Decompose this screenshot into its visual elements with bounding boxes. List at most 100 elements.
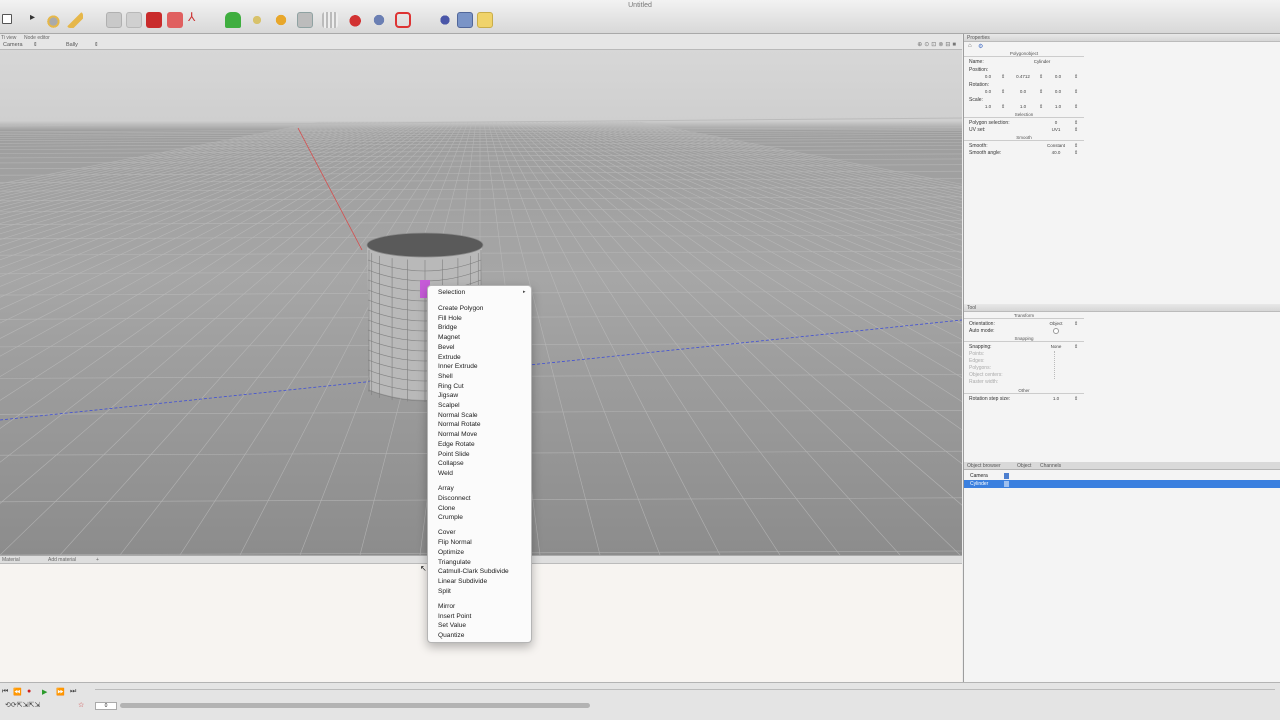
rotation-y[interactable]: 0.0 bbox=[1014, 89, 1032, 94]
solid-cube-icon[interactable] bbox=[146, 12, 162, 28]
menu-item[interactable]: Fill Hole bbox=[438, 315, 462, 322]
play-icon[interactable]: ▶ bbox=[42, 688, 47, 696]
tab-object-browser[interactable]: Object browser bbox=[967, 463, 1001, 469]
step-back-icon[interactable]: ⏪ bbox=[13, 688, 22, 696]
menu-item[interactable]: Crumple bbox=[438, 514, 463, 521]
shading-stepper-icon[interactable]: ⇕ bbox=[94, 42, 99, 48]
cube-icon[interactable] bbox=[106, 12, 122, 28]
visibility-icon[interactable] bbox=[1004, 473, 1009, 479]
menu-item[interactable]: Flip Normal bbox=[438, 539, 472, 546]
stepper-icon[interactable]: ⇕ bbox=[1074, 143, 1078, 149]
scale-y[interactable]: 1.0 bbox=[1014, 104, 1032, 109]
menu-item[interactable]: Set Value bbox=[438, 622, 466, 629]
menu-item[interactable]: Create Polygon bbox=[438, 305, 483, 312]
stepper-icon[interactable]: ⇕ bbox=[1074, 127, 1078, 133]
polygon-selection-field[interactable]: 0 bbox=[1047, 120, 1065, 125]
menu-item[interactable]: Extrude bbox=[438, 354, 461, 361]
stepper-icon[interactable]: ⇕ bbox=[1001, 74, 1005, 80]
menu-item[interactable]: Mirror bbox=[438, 603, 455, 610]
material-icon[interactable] bbox=[273, 12, 289, 28]
menu-item[interactable]: Normal Move bbox=[438, 431, 477, 438]
camera-select[interactable]: Camera bbox=[3, 42, 23, 48]
menu-item[interactable]: Ring Cut bbox=[438, 383, 464, 390]
camera-icon[interactable] bbox=[437, 12, 453, 28]
stepper-icon[interactable]: ⇕ bbox=[1074, 321, 1078, 327]
rotation-x[interactable]: 0.0 bbox=[979, 89, 997, 94]
uv-set-field[interactable]: UV1 bbox=[1047, 127, 1065, 132]
key-tool-icons[interactable]: ⟲⟳⇱⇲⇱⇲ bbox=[5, 701, 40, 709]
stepper-icon[interactable]: ⇕ bbox=[1001, 89, 1005, 95]
scale-z[interactable]: 1.0 bbox=[1049, 104, 1067, 109]
menu-item[interactable]: Disconnect bbox=[438, 495, 471, 502]
position-x[interactable]: 0.0 bbox=[979, 74, 997, 79]
keyframe-star-icon[interactable]: ☆ bbox=[78, 701, 84, 709]
camera-stepper-icon[interactable]: ⇕ bbox=[33, 42, 38, 48]
tab-add-material[interactable]: Add material bbox=[48, 557, 76, 563]
position-z[interactable]: 0.0 bbox=[1049, 74, 1067, 79]
magnet-icon[interactable] bbox=[348, 12, 364, 28]
timeline-track[interactable] bbox=[95, 689, 1275, 693]
stepper-icon[interactable]: ⇕ bbox=[1074, 120, 1078, 126]
grid-tool-icon[interactable] bbox=[322, 12, 338, 28]
position-y[interactable]: 0.4712 bbox=[1014, 74, 1032, 79]
menu-item[interactable]: Edge Rotate bbox=[438, 441, 475, 448]
spot-icon[interactable] bbox=[249, 12, 265, 28]
menu-item[interactable]: Point Slide bbox=[438, 451, 470, 458]
ruler-icon[interactable] bbox=[67, 12, 83, 28]
menu-item[interactable]: Insert Point bbox=[438, 613, 471, 620]
menu-item[interactable]: Jigsaw bbox=[438, 392, 458, 399]
rotation-step-field[interactable]: 1.0 bbox=[1047, 396, 1065, 401]
tab-object[interactable]: Object bbox=[1017, 463, 1031, 469]
stepper-icon[interactable]: ⇕ bbox=[1074, 89, 1078, 95]
move-tool-icon[interactable] bbox=[47, 12, 63, 28]
menu-item[interactable]: Weld bbox=[438, 470, 453, 477]
menu-item[interactable]: Normal Rotate bbox=[438, 421, 481, 428]
shading-select[interactable]: Bally bbox=[66, 42, 78, 48]
tab-3d-view[interactable]: Ti view bbox=[1, 35, 16, 41]
menu-item[interactable]: Quantize bbox=[438, 632, 464, 639]
scale-x[interactable]: 1.0 bbox=[979, 104, 997, 109]
stepper-icon[interactable]: ⇕ bbox=[1039, 89, 1043, 95]
orientation-select[interactable]: Object bbox=[1047, 321, 1065, 326]
menu-item[interactable]: Triangulate bbox=[438, 559, 471, 566]
tab-material[interactable]: Material bbox=[2, 557, 20, 563]
menu-item[interactable]: Catmull-Clark Subdivide bbox=[438, 568, 509, 575]
window-icon[interactable] bbox=[457, 12, 473, 28]
sphere-icon[interactable] bbox=[167, 12, 183, 28]
menu-item[interactable]: Bridge bbox=[438, 324, 457, 331]
menu-item[interactable]: Clone bbox=[438, 505, 455, 512]
menu-item[interactable]: Split bbox=[438, 588, 451, 595]
step-forward-icon[interactable]: ⏩ bbox=[56, 688, 65, 696]
snapping-checkboxes[interactable] bbox=[1054, 351, 1059, 379]
menu-item[interactable]: Scalpel bbox=[438, 402, 460, 409]
stepper-icon[interactable]: ⇕ bbox=[1074, 344, 1078, 350]
app-menu-icon[interactable] bbox=[2, 14, 12, 24]
visibility-icon[interactable] bbox=[1004, 481, 1009, 487]
menu-item[interactable]: Collapse bbox=[438, 460, 464, 467]
menu-item[interactable]: Linear Subdivide bbox=[438, 578, 487, 585]
settings-icon[interactable]: ⚙ bbox=[978, 43, 983, 50]
home-icon[interactable]: ⌂ bbox=[968, 43, 972, 49]
axis-icon[interactable]: ⅄ bbox=[188, 10, 204, 26]
auto-mode-checkbox[interactable] bbox=[1053, 328, 1059, 334]
box-icon[interactable] bbox=[126, 12, 142, 28]
stepper-icon[interactable]: ⇕ bbox=[1074, 104, 1078, 110]
stepper-icon[interactable]: ⇕ bbox=[1074, 150, 1078, 156]
stepper-icon[interactable]: ⇕ bbox=[1039, 104, 1043, 110]
menu-item[interactable]: Normal Scale bbox=[438, 412, 478, 419]
smooth-select[interactable]: Constant bbox=[1044, 143, 1068, 148]
stepper-icon[interactable]: ⇕ bbox=[1074, 396, 1078, 402]
object-row-camera[interactable]: Camera bbox=[964, 472, 1280, 480]
stepper-icon[interactable]: ⇕ bbox=[1039, 74, 1043, 80]
select-tool-icon[interactable]: ▸ bbox=[30, 12, 46, 28]
name-field[interactable]: Cylinder bbox=[1032, 59, 1052, 64]
notes-icon[interactable] bbox=[477, 12, 493, 28]
go-start-icon[interactable]: ⏮ bbox=[2, 688, 8, 696]
tab-node-editor[interactable]: Node editor bbox=[24, 35, 50, 41]
snapping-select[interactable]: None bbox=[1047, 344, 1065, 349]
add-icon[interactable]: + bbox=[96, 557, 99, 563]
menu-item[interactable]: Shell bbox=[438, 373, 453, 380]
timeline-scrollbar[interactable] bbox=[120, 703, 590, 708]
menu-item[interactable]: Array bbox=[438, 485, 454, 492]
rotation-z[interactable]: 0.0 bbox=[1049, 89, 1067, 94]
